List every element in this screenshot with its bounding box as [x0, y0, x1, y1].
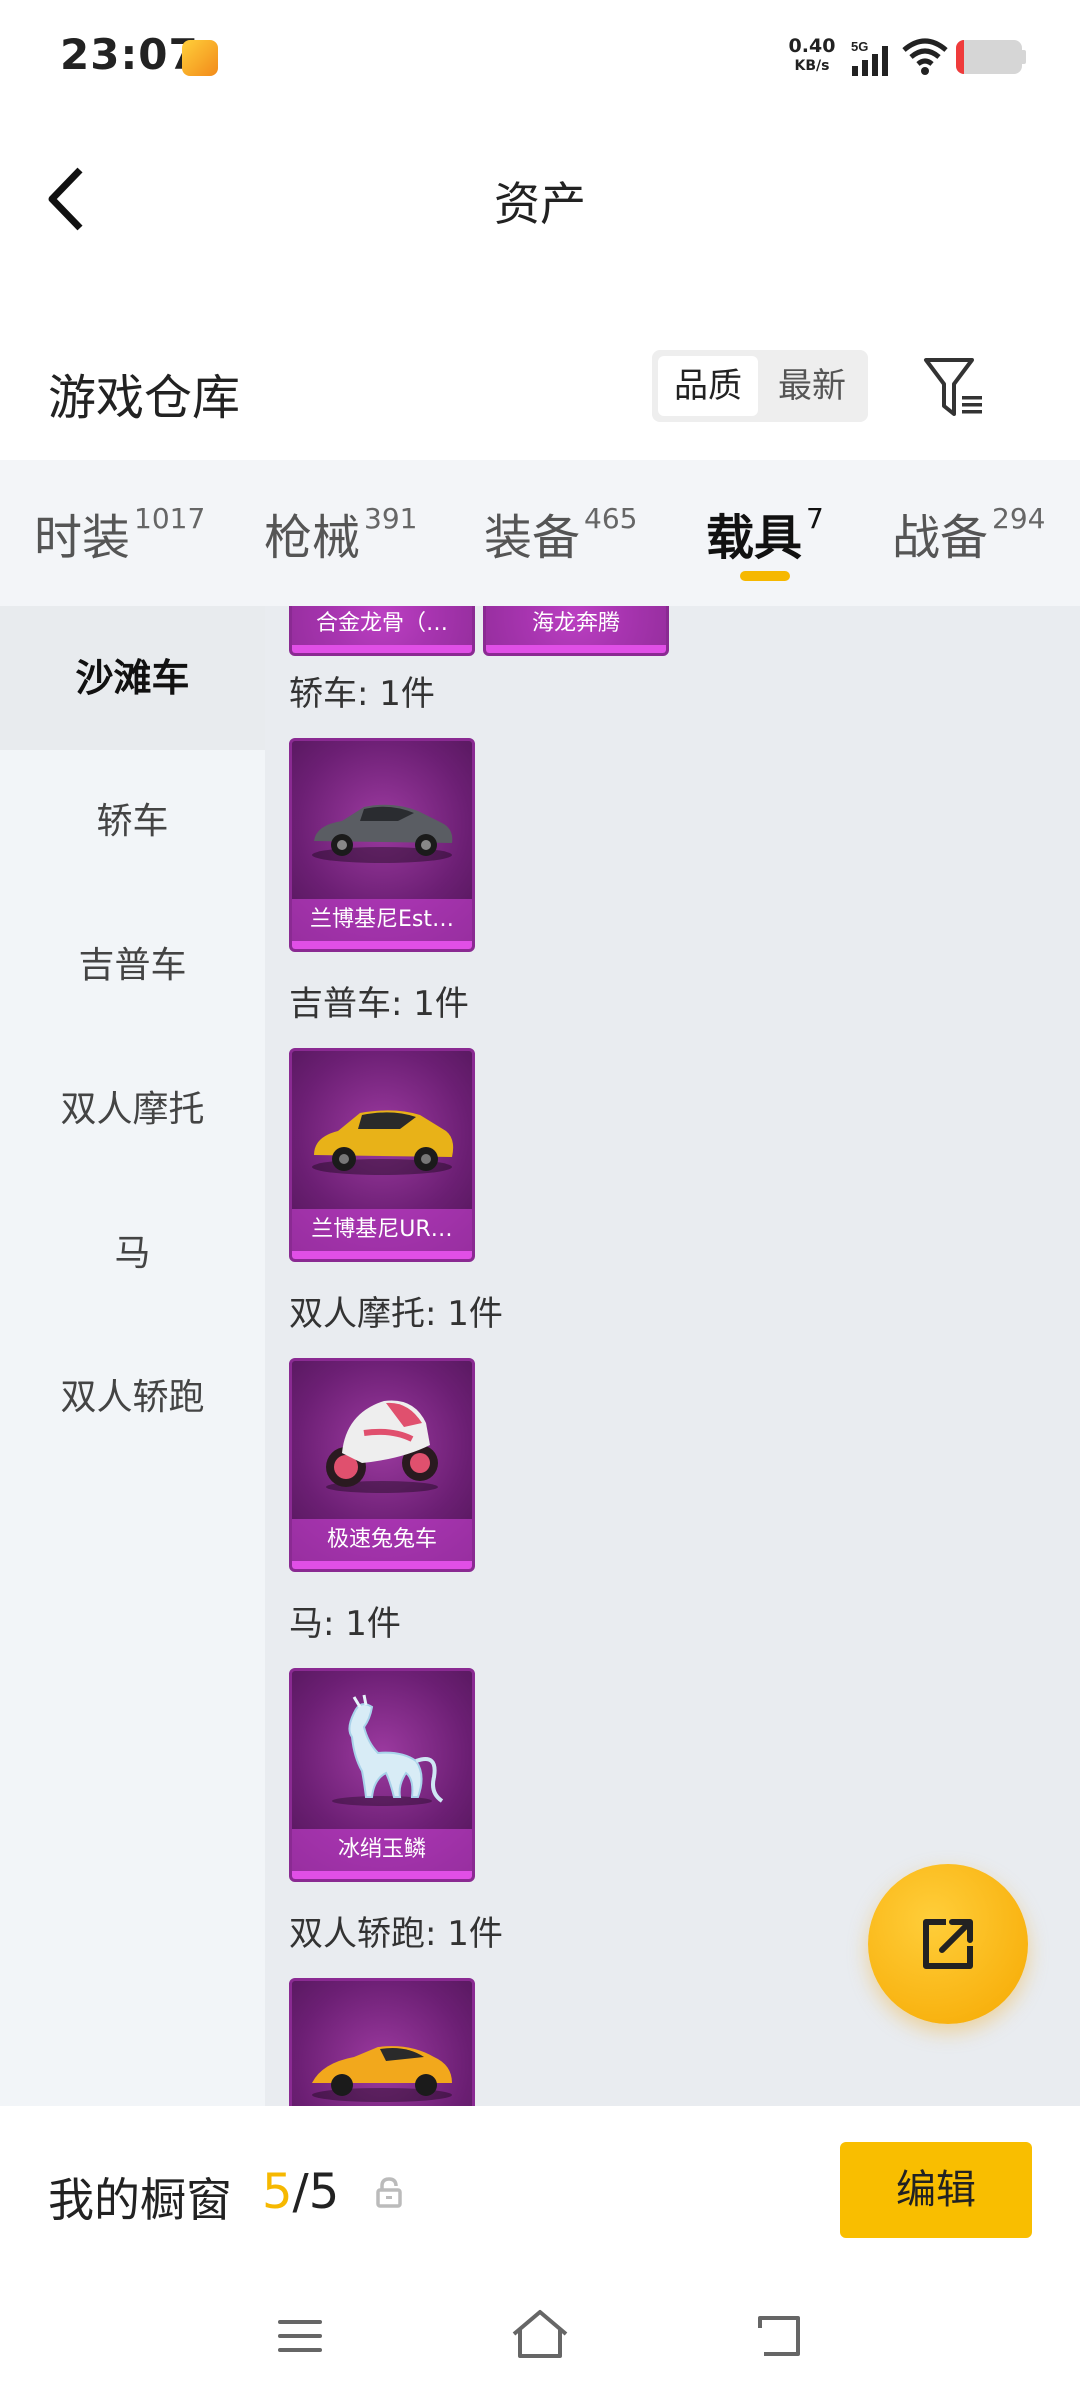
- tab-count: 465: [584, 502, 638, 535]
- tab-fashion[interactable]: 时装 1017: [34, 498, 205, 568]
- external-link-icon: [923, 1919, 973, 1969]
- tab-label: 时装: [34, 510, 131, 566]
- menu-icon[interactable]: [276, 2316, 324, 2356]
- item-card[interactable]: 兰博基尼UR…: [289, 1048, 475, 1262]
- tab-label: 载具: [706, 510, 803, 566]
- sports-car-gray-image: [312, 804, 453, 863]
- home-icon[interactable]: [510, 2308, 570, 2360]
- page-title: 资产: [494, 177, 586, 231]
- cellular-signal-icon: 5G: [851, 39, 888, 76]
- supercar-orange-image: [312, 2046, 452, 2102]
- crystal-horse-image: [332, 1694, 444, 1806]
- status-bar: 23:07 0.40 KB/s 5G: [0, 0, 1080, 110]
- sidebar-item-two-seat-coupe[interactable]: 双人轿跑: [0, 1326, 265, 1470]
- sidebar-item-sedan[interactable]: 轿车: [0, 750, 265, 894]
- sidebar-item-horse[interactable]: 马: [0, 1182, 265, 1326]
- suv-yellow-image: [312, 1110, 454, 1175]
- item-name: 冰绡玉鳞: [292, 1829, 472, 1871]
- item-card[interactable]: 兰博基尼Est…: [289, 738, 475, 952]
- wifi-icon: [902, 38, 948, 75]
- network-speed: 0.40 KB/s: [788, 36, 836, 76]
- status-time: 23:07: [60, 30, 199, 79]
- group-title-two-seat-coupe: 双人轿跑: 1件: [289, 1914, 503, 1954]
- showcase-count-current: 5: [262, 2164, 293, 2220]
- item-card[interactable]: [289, 1978, 475, 2106]
- tab-count: 294: [992, 502, 1046, 535]
- tab-count: 1017: [134, 502, 206, 535]
- item-name: 兰博基尼UR…: [292, 1209, 472, 1251]
- group-title-two-seat-motorcycle: 双人摩托: 1件: [289, 1294, 503, 1334]
- network-type: 5G: [851, 39, 868, 54]
- item-card[interactable]: 冰绡玉鳞: [289, 1668, 475, 1882]
- showcase-count: 5/5: [262, 2164, 339, 2220]
- group-title-jeep: 吉普车: 1件: [289, 984, 469, 1024]
- tab-vehicles[interactable]: 载具 7: [706, 498, 824, 568]
- showcase-label: 我的橱窗: [48, 2173, 232, 2227]
- app-notification-icon: [182, 40, 218, 76]
- item-card[interactable]: 合金龙骨（…: [289, 606, 475, 656]
- item-card[interactable]: 海龙奔腾: [483, 606, 669, 656]
- group-title-horse: 马: 1件: [289, 1604, 401, 1644]
- sidebar-item-beach-buggy[interactable]: 沙滩车: [0, 606, 265, 750]
- item-name: 极速兔兔车: [292, 1519, 472, 1561]
- item-name: 合金龙骨（…: [292, 606, 472, 645]
- item-name: 兰博基尼Est…: [292, 899, 472, 941]
- tab-label: 战备: [892, 510, 989, 566]
- tab-count: 391: [364, 502, 418, 535]
- back-nav-icon[interactable]: [754, 2312, 804, 2360]
- share-fab[interactable]: [868, 1864, 1028, 2024]
- filter-icon[interactable]: [922, 356, 986, 420]
- tab-firearms[interactable]: 枪械 391: [264, 498, 417, 568]
- sort-by-latest[interactable]: 最新: [762, 356, 862, 416]
- lock-icon[interactable]: [374, 2176, 404, 2210]
- sort-by-quality[interactable]: 品质: [658, 356, 758, 416]
- subcategory-sidebar: 沙滩车 轿车 吉普车 双人摩托 马 双人轿跑: [0, 606, 265, 2106]
- edit-button[interactable]: 编辑: [840, 2142, 1032, 2238]
- category-tabs: 时装 1017 枪械 391 装备 465 载具 7 战备 294: [0, 460, 1080, 606]
- tab-count: 7: [806, 502, 824, 535]
- item-name: 海龙奔腾: [486, 606, 666, 645]
- group-title-sedan: 轿车: 1件: [289, 674, 435, 714]
- sort-toggle: 品质 最新: [652, 350, 868, 422]
- tab-label: 装备: [484, 510, 581, 566]
- battery-icon: [956, 40, 1022, 74]
- motorcycle-image: [326, 1400, 438, 1493]
- tab-label: 枪械: [264, 510, 361, 566]
- sidebar-item-jeep[interactable]: 吉普车: [0, 894, 265, 1038]
- warehouse-title: 游戏仓库: [48, 370, 241, 426]
- network-speed-value: 0.40: [788, 35, 836, 57]
- tab-battle-gear[interactable]: 战备 294: [892, 498, 1045, 568]
- showcase-count-total: /5: [292, 2164, 340, 2220]
- active-tab-indicator: [740, 571, 790, 581]
- item-card[interactable]: 极速兔兔车: [289, 1358, 475, 1572]
- tab-equipment[interactable]: 装备 465: [484, 498, 637, 568]
- sidebar-item-two-seat-motorcycle[interactable]: 双人摩托: [0, 1038, 265, 1182]
- network-speed-unit: KB/s: [794, 58, 830, 74]
